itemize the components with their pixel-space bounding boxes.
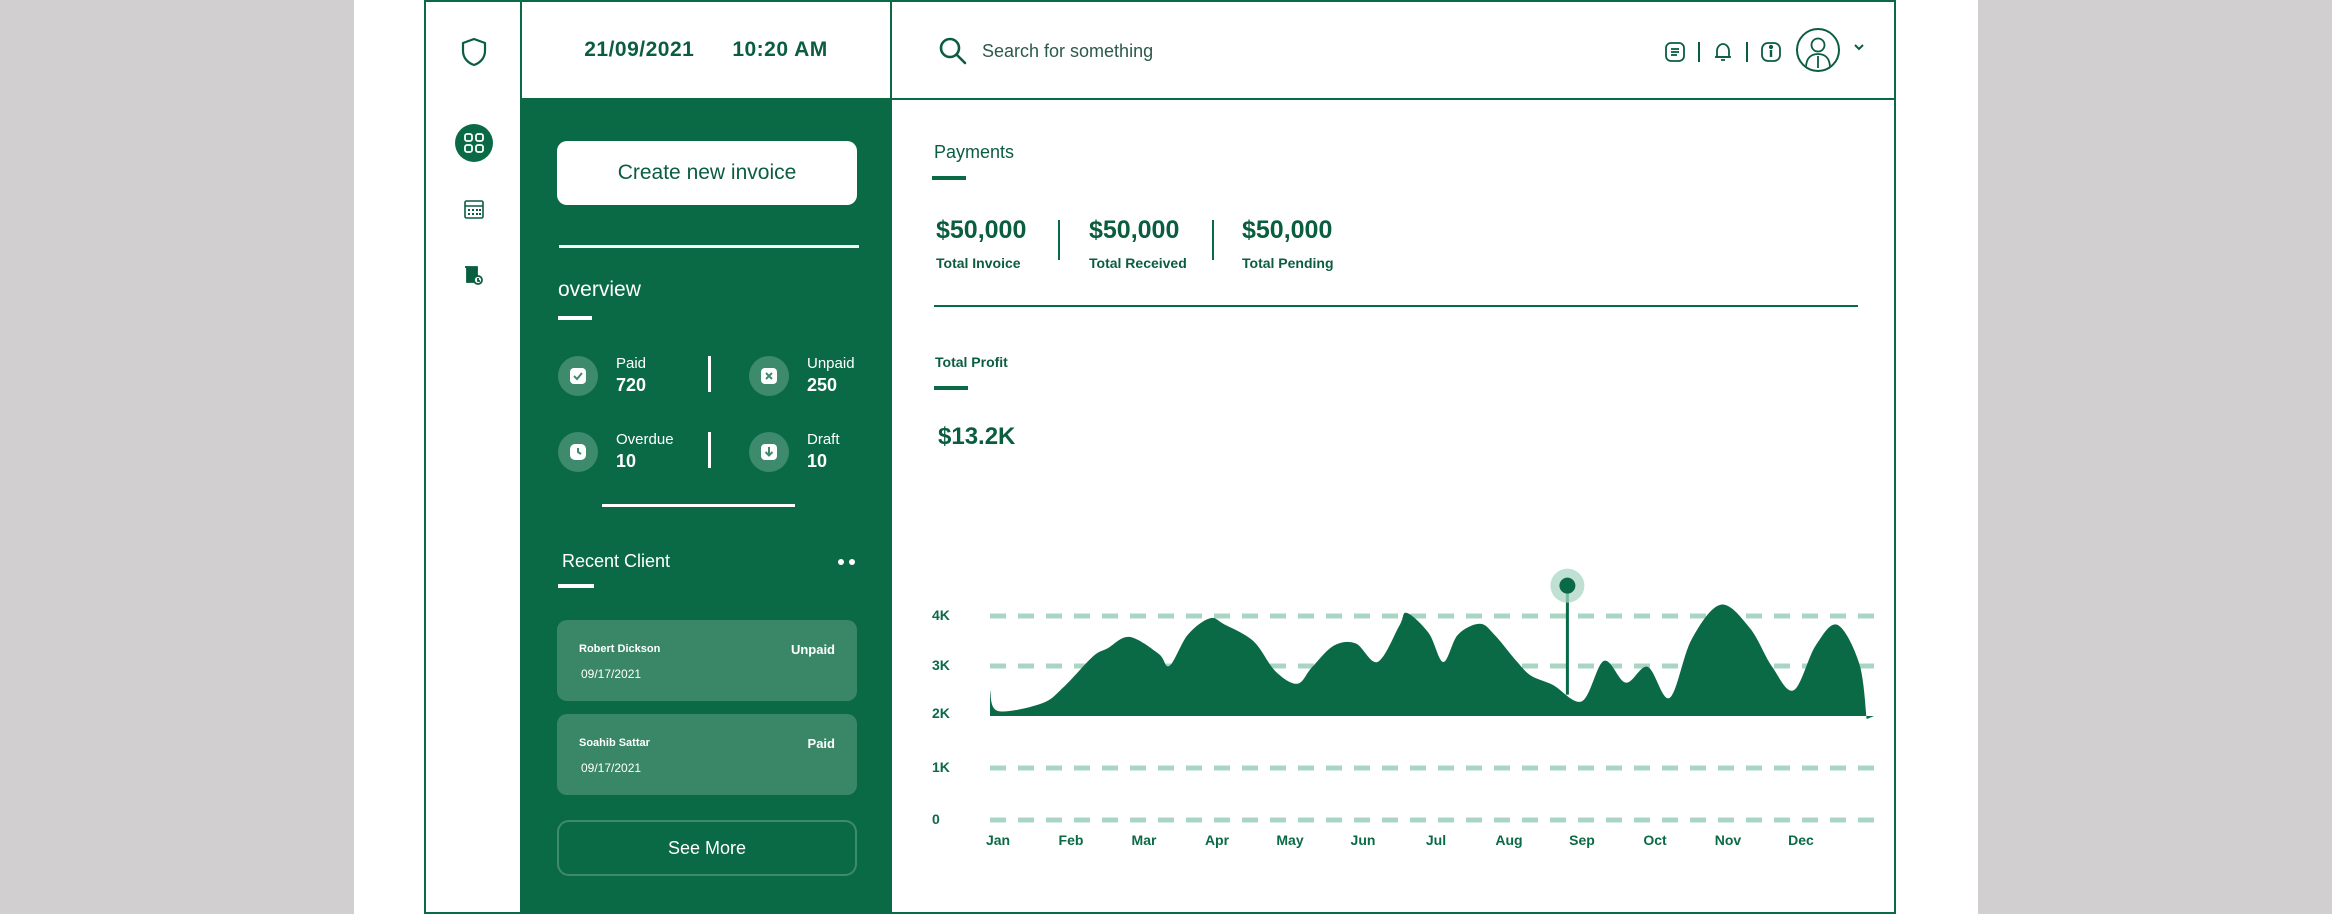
divider: [602, 504, 795, 507]
time-text: 10:20 AM: [732, 38, 828, 61]
shield-icon[interactable]: [454, 32, 494, 72]
kpi-value: $50,000: [1242, 216, 1333, 244]
divider: [1698, 42, 1700, 62]
kpi-value: $50,000: [936, 216, 1027, 244]
avatar[interactable]: [1796, 28, 1840, 72]
stat-label: Paid: [616, 355, 647, 372]
y-tick-label: 1K: [932, 759, 950, 775]
divider: [708, 356, 711, 392]
more-options-icon[interactable]: [838, 559, 855, 565]
messages-icon[interactable]: [1662, 39, 1688, 65]
kpi-total-pending: $50,000 Total Pending: [1242, 216, 1334, 271]
profit-area: [990, 604, 1874, 720]
kpi-label: Total Pending: [1242, 255, 1334, 271]
stat-unpaid[interactable]: Unpaid 250: [749, 355, 855, 396]
y-tick-label: 0: [932, 811, 940, 827]
x-tick-label: Aug: [1495, 832, 1522, 848]
x-tick-label: Nov: [1715, 832, 1742, 848]
x-icon: [749, 355, 789, 396]
client-status: Paid: [807, 736, 835, 751]
client-name: Robert Dickson: [579, 643, 661, 655]
stat-draft[interactable]: Draft 10: [749, 431, 840, 472]
date-text: 21/09/2021: [584, 38, 695, 61]
y-tick-label: 4K: [932, 607, 950, 623]
payments-title: Payments: [934, 142, 1015, 162]
title-underline: [932, 176, 966, 180]
total-profit-title: Total Profit: [935, 354, 1008, 370]
title-underline: [558, 584, 594, 588]
divider: [708, 432, 711, 468]
stat-overdue[interactable]: Overdue 10: [558, 431, 674, 472]
see-more-button[interactable]: See More: [557, 820, 857, 876]
divider: [1746, 42, 1748, 62]
kpi-total-received: $50,000 Total Received: [1089, 216, 1187, 271]
title-underline: [558, 316, 592, 320]
x-tick-label: Dec: [1788, 832, 1814, 848]
x-tick-label: Jan: [986, 832, 1010, 848]
x-tick-label: Jun: [1351, 832, 1376, 848]
overview-title: overview: [558, 278, 641, 301]
info-icon[interactable]: [1758, 39, 1784, 65]
kpi-total-invoice: $50,000 Total Invoice: [936, 216, 1026, 271]
divider: [934, 305, 1858, 307]
profit-chart: 0 1K 2K 3K 4K Jan Feb Mar Apr May Jun Jul Aug Sep Oct N…: [932, 568, 1874, 848]
divider: [559, 245, 859, 248]
y-tick-label: 3K: [932, 657, 950, 673]
x-tick-label: Jul: [1426, 832, 1446, 848]
client-card[interactable]: Robert Dickson Unpaid 09/17/2021: [557, 620, 857, 701]
kpi-value: $50,000: [1089, 216, 1180, 244]
create-invoice-button[interactable]: Create new invoice: [557, 141, 857, 205]
y-tick-label: 2K: [932, 705, 950, 721]
main-content: Payments $50,000 Total Invoice $50,000 T…: [894, 100, 1894, 912]
stat-label: Unpaid: [807, 355, 855, 372]
stat-label: Draft: [807, 431, 840, 448]
stat-value: 10: [616, 451, 637, 471]
x-tick-label: Sep: [1569, 832, 1595, 848]
icon-rail: [426, 2, 522, 912]
datetime-display: 21/09/2021 10:20 AM: [522, 2, 892, 100]
recent-client-title: Recent Client: [562, 551, 671, 571]
clock-icon: [558, 431, 598, 472]
client-name: Soahib Sattar: [579, 737, 650, 749]
stat-value: 10: [807, 451, 828, 471]
calendar-icon[interactable]: [457, 192, 491, 226]
background-left: [0, 0, 354, 914]
dashboard-icon[interactable]: [455, 124, 493, 162]
x-tick-label: Apr: [1205, 832, 1230, 848]
kpi-label: Total Received: [1089, 255, 1187, 271]
client-date: 09/17/2021: [581, 761, 642, 775]
download-icon: [749, 431, 789, 472]
background-right: [1978, 0, 2332, 914]
x-tick-label: Oct: [1643, 832, 1667, 848]
title-underline: [934, 386, 968, 390]
stat-paid[interactable]: Paid 720: [558, 355, 646, 396]
search-input[interactable]: [982, 34, 1482, 68]
kpi-label: Total Invoice: [936, 255, 1021, 271]
app-window: 21/09/2021 10:20 AM Cre: [424, 0, 1896, 914]
divider: [1058, 220, 1060, 260]
total-profit-value: $13.2K: [938, 423, 1016, 450]
highlight-point: [1559, 577, 1576, 594]
top-bar: [892, 2, 1894, 100]
bell-icon[interactable]: [1710, 39, 1736, 65]
search-icon[interactable]: [938, 36, 970, 68]
x-tick-label: May: [1276, 832, 1303, 848]
check-icon: [558, 355, 598, 396]
document-icon[interactable]: [457, 258, 491, 292]
x-tick-label: Mar: [1132, 832, 1157, 848]
x-tick-label: Feb: [1059, 832, 1084, 848]
divider: [1212, 220, 1214, 260]
stat-label: Overdue: [616, 431, 674, 448]
chevron-down-icon[interactable]: [1852, 40, 1868, 56]
client-date: 09/17/2021: [581, 667, 642, 681]
client-status: Unpaid: [790, 642, 835, 657]
client-card[interactable]: Soahib Sattar Paid 09/17/2021: [557, 714, 857, 795]
overview-panel: Create new invoice overview Paid 720 Unp…: [522, 100, 892, 912]
header-actions: [1662, 36, 1784, 68]
stat-value: 250: [807, 375, 838, 395]
stat-value: 720: [616, 375, 647, 395]
